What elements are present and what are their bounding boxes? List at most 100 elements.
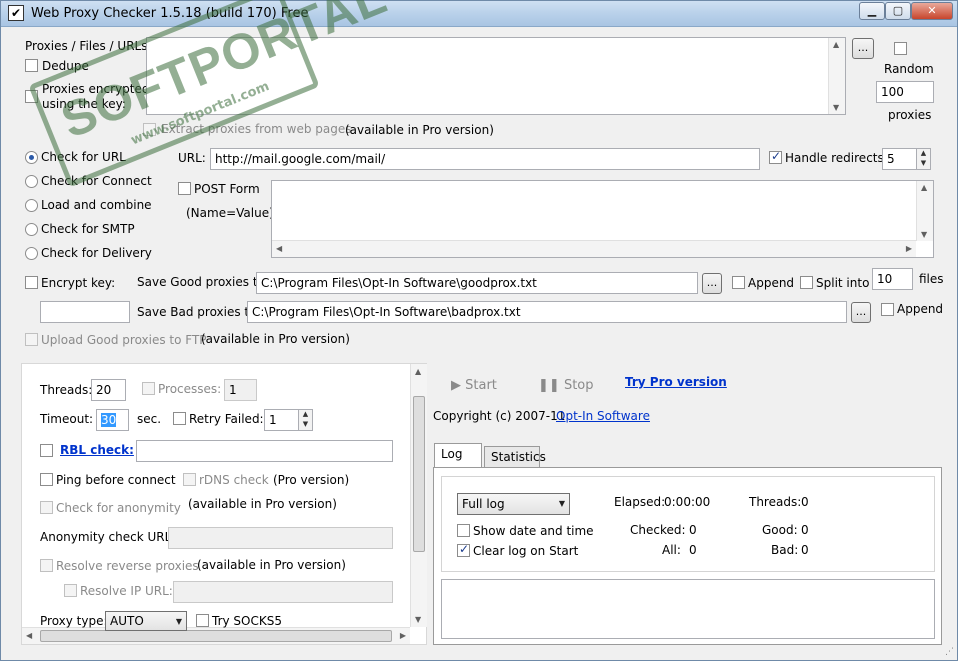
try-pro-link[interactable]: Try Pro version bbox=[625, 375, 727, 389]
proxy-type-label: Proxy type: bbox=[40, 614, 108, 628]
bad-label: Bad: bbox=[771, 543, 799, 557]
post-form-textarea[interactable]: ▲ ▼ ◀ ▶ bbox=[271, 180, 934, 258]
start-label: Start bbox=[465, 378, 497, 393]
resolve-checkbox[interactable] bbox=[40, 559, 53, 572]
encrypt-key-input[interactable] bbox=[40, 301, 130, 323]
post-form-vscroll[interactable]: ▲ ▼ bbox=[916, 181, 933, 241]
resolve-ip-input[interactable] bbox=[173, 581, 393, 603]
upload-ftp-note: (available in Pro version) bbox=[201, 332, 350, 346]
tab-log[interactable]: Log bbox=[434, 443, 482, 468]
minimize-button[interactable]: ▁ bbox=[859, 2, 885, 20]
spin-down-icon[interactable]: ▼ bbox=[917, 159, 930, 169]
maximize-button[interactable]: ▢ bbox=[885, 2, 911, 20]
clear-log-label: Clear log on Start bbox=[473, 544, 579, 558]
save-good-path-input[interactable]: C:\Program Files\Opt-In Software\goodpro… bbox=[256, 272, 698, 294]
proxies-scrollbar[interactable]: ▲ ▼ bbox=[828, 38, 845, 114]
extract-checkbox[interactable] bbox=[143, 123, 156, 136]
resolve-ip-checkbox[interactable] bbox=[64, 584, 77, 597]
company-link[interactable]: Opt-In Software bbox=[556, 409, 650, 423]
append-good-checkbox[interactable] bbox=[732, 276, 745, 289]
encrypt-key-checkbox[interactable] bbox=[25, 276, 38, 289]
scroll-right-icon: ▶ bbox=[399, 631, 406, 640]
proxies-textarea[interactable]: ▲ ▼ bbox=[146, 37, 846, 115]
append-bad-checkbox[interactable] bbox=[881, 303, 894, 316]
retry-label: Retry Failed: bbox=[189, 412, 264, 426]
anon-url-label: Anonymity check URL: bbox=[40, 530, 176, 544]
redirects-stepper[interactable]: ▲ ▼ bbox=[916, 148, 931, 170]
proxies-browse-button[interactable]: ... bbox=[852, 38, 874, 59]
scroll-down-icon: ▼ bbox=[833, 103, 840, 112]
mode-radio-url[interactable] bbox=[25, 151, 38, 164]
extract-label: Extract proxies from web pages bbox=[161, 122, 352, 136]
processes-checkbox[interactable] bbox=[142, 382, 155, 395]
handle-redirects-checkbox[interactable] bbox=[769, 149, 782, 164]
anonymity-checkbox[interactable] bbox=[40, 501, 53, 514]
close-button[interactable]: ✕ bbox=[911, 2, 953, 20]
encrypted-checkbox[interactable] bbox=[25, 90, 38, 103]
save-good-browse-button[interactable]: ... bbox=[702, 273, 722, 294]
scroll-up-icon: ▲ bbox=[833, 40, 840, 49]
mode-radio-smtp[interactable] bbox=[25, 223, 38, 236]
post-form-label: POST Form bbox=[194, 182, 260, 196]
resolve-note: (available in Pro version) bbox=[197, 558, 346, 572]
log-output[interactable] bbox=[441, 579, 935, 639]
settings-hscroll[interactable]: ◀ ▶ bbox=[22, 627, 410, 644]
rbl-link[interactable]: RBL check: bbox=[60, 443, 134, 457]
split-count-input[interactable]: 10 bbox=[872, 268, 913, 290]
save-bad-browse-button[interactable]: ... bbox=[851, 302, 871, 323]
retry-stepper[interactable]: ▲ ▼ bbox=[298, 409, 313, 431]
stop-button[interactable]: ❚❚ Stop bbox=[538, 378, 594, 393]
tab-statistics[interactable]: Statistics bbox=[484, 446, 546, 468]
threads-input[interactable]: 20 bbox=[91, 379, 126, 401]
ping-checkbox[interactable] bbox=[40, 473, 53, 486]
dedupe-checkbox[interactable] bbox=[25, 59, 38, 72]
socks5-checkbox[interactable] bbox=[196, 614, 209, 627]
handle-redirects-label: Handle redirects bbox=[785, 151, 884, 165]
all-label: All: bbox=[662, 543, 681, 557]
split-checkbox[interactable] bbox=[800, 276, 813, 289]
hscroll-thumb[interactable] bbox=[40, 630, 392, 642]
show-date-checkbox[interactable] bbox=[457, 524, 470, 537]
title-bar[interactable]: ✔ Web Proxy Checker 1.5.18 (build 170) F… bbox=[1, 1, 957, 27]
timeout-input[interactable]: 30 bbox=[96, 409, 129, 431]
random-label: Random bbox=[884, 62, 934, 76]
processes-input[interactable]: 1 bbox=[224, 379, 257, 401]
scroll-thumb[interactable] bbox=[413, 396, 425, 552]
settings-vscroll[interactable]: ▲ ▼ bbox=[410, 364, 427, 627]
log-level-select[interactable]: Full log bbox=[457, 493, 570, 515]
upload-ftp-label: Upload Good proxies to FTP bbox=[41, 333, 207, 347]
rbl-checkbox[interactable] bbox=[40, 444, 53, 457]
mode-label-smtp: Check for SMTP bbox=[41, 222, 135, 236]
threads-label: Threads: bbox=[40, 383, 93, 397]
mode-radio-connect[interactable] bbox=[25, 175, 38, 188]
proxy-type-select[interactable]: AUTO bbox=[105, 611, 187, 631]
spin-up-icon[interactable]: ▲ bbox=[299, 410, 312, 420]
clear-log-checkbox[interactable] bbox=[457, 542, 470, 557]
scroll-right-icon: ▶ bbox=[905, 244, 912, 253]
ping-label: Ping before connect bbox=[56, 473, 176, 487]
rdns-checkbox[interactable] bbox=[183, 473, 196, 486]
mode-label-connect: Check for Connect bbox=[41, 174, 152, 188]
mode-radio-delivery[interactable] bbox=[25, 247, 38, 260]
anon-url-input[interactable] bbox=[168, 527, 393, 549]
extract-note: (available in Pro version) bbox=[345, 123, 494, 137]
start-button[interactable]: ▶ Start bbox=[451, 378, 497, 393]
redirects-count-input[interactable]: 5 bbox=[882, 148, 917, 170]
url-input[interactable]: http://mail.google.com/mail/ bbox=[210, 148, 760, 170]
rbl-input[interactable] bbox=[136, 440, 393, 462]
retry-checkbox[interactable] bbox=[173, 412, 186, 425]
retry-input[interactable]: 1 bbox=[264, 409, 299, 431]
mode-label-combine: Load and combine bbox=[41, 198, 152, 212]
mode-radio-combine[interactable] bbox=[25, 199, 38, 212]
post-form-hint: (Name=Value) bbox=[186, 206, 274, 220]
post-form-checkbox[interactable] bbox=[178, 182, 191, 195]
spin-down-icon[interactable]: ▼ bbox=[299, 420, 312, 430]
bad-value: 0 bbox=[801, 543, 809, 557]
upload-ftp-checkbox[interactable] bbox=[25, 333, 38, 346]
post-form-hscroll[interactable]: ◀ ▶ bbox=[272, 240, 916, 257]
random-checkbox[interactable] bbox=[894, 42, 907, 55]
spin-up-icon[interactable]: ▲ bbox=[917, 149, 930, 159]
save-bad-path-input[interactable]: C:\Program Files\Opt-In Software\badprox… bbox=[247, 301, 847, 323]
resize-grip-icon[interactable]: ⋰ bbox=[945, 647, 954, 657]
random-count-input[interactable]: 100 bbox=[876, 81, 934, 103]
